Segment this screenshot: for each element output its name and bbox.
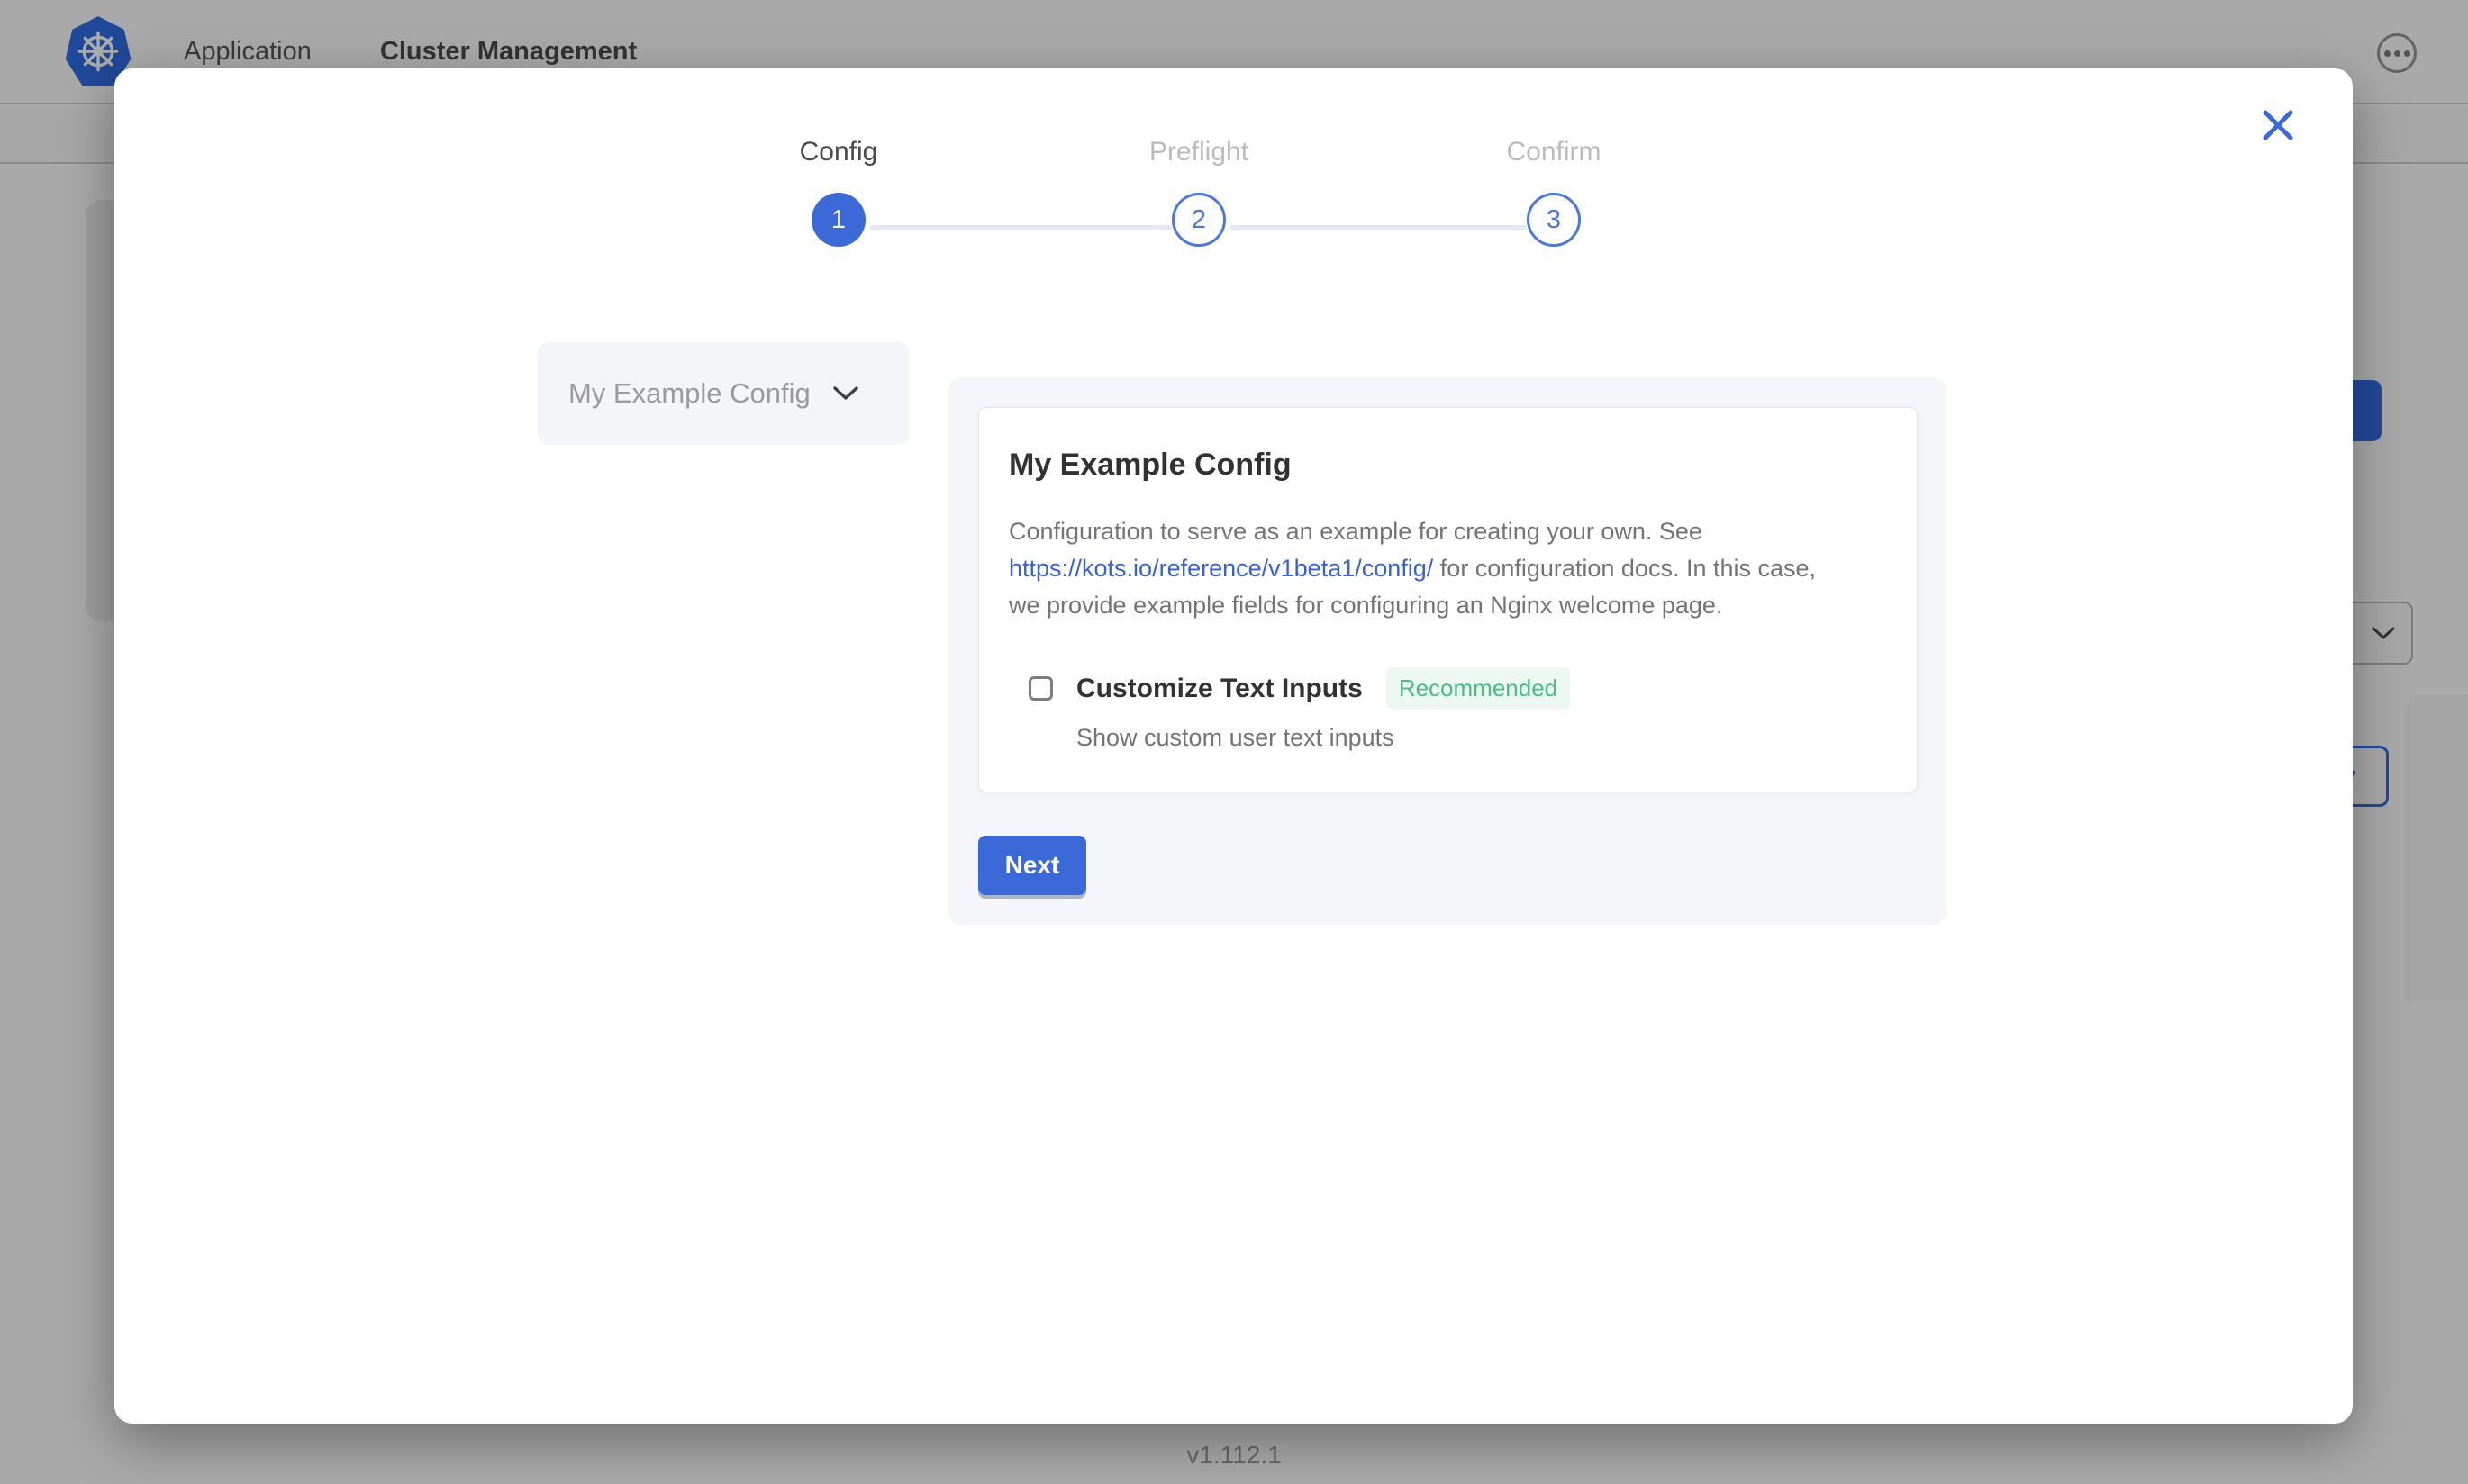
recommended-badge: Recommended (1386, 667, 1570, 710)
step-label: Config (730, 137, 947, 167)
config-title: My Example Config (1009, 448, 1881, 483)
wizard-stepper: Config 1 Preflight 2 Confirm 3 (114, 68, 2353, 285)
chevron-down-icon (832, 385, 859, 402)
config-description: Configuration to serve as an example for… (1009, 513, 1881, 624)
description-part2: for configuration docs. In this case, (1440, 555, 1816, 582)
customize-text-inputs-row: Customize Text Inputs Recommended (1029, 667, 1881, 710)
step-config: Config 1 (730, 137, 947, 247)
checkbox-label[interactable]: Customize Text Inputs (1076, 674, 1363, 704)
config-panel: My Example Config Configuration to serve… (948, 377, 1946, 925)
step-label: Confirm (1446, 137, 1662, 167)
config-group-selector[interactable]: My Example Config (538, 342, 909, 445)
config-card: My Example Config Configuration to serve… (978, 407, 1918, 792)
config-doc-link[interactable]: https://kots.io/reference/v1beta1/config… (1009, 555, 1433, 582)
step-circle-3[interactable]: 3 (1527, 193, 1581, 247)
step-circle-2[interactable]: 2 (1172, 193, 1226, 247)
customize-text-inputs-checkbox[interactable] (1029, 676, 1053, 701)
checkbox-help-text: Show custom user text inputs (1076, 724, 1881, 752)
step-confirm: Confirm 3 (1446, 137, 1662, 247)
config-wizard-modal: Config 1 Preflight 2 Confirm 3 My Exampl… (114, 68, 2353, 1424)
next-button[interactable]: Next (978, 836, 1086, 895)
config-group-label: My Example Config (568, 377, 811, 410)
description-part1: Configuration to serve as an example for… (1009, 518, 1702, 545)
step-circle-1[interactable]: 1 (812, 193, 866, 247)
step-preflight: Preflight 2 (1091, 137, 1307, 247)
step-label: Preflight (1091, 137, 1307, 167)
description-part3: we provide example fields for configurin… (1009, 592, 1722, 619)
